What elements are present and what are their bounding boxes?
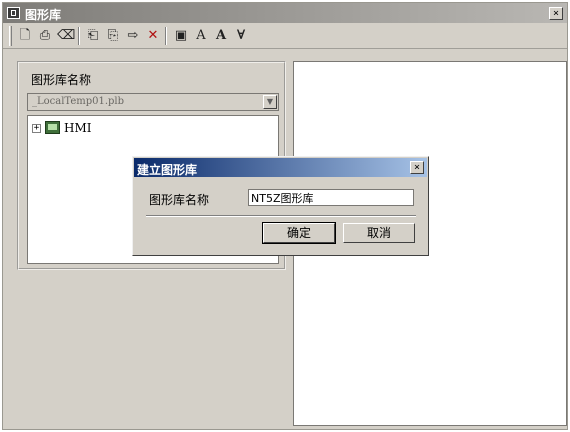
create-library-dialog: 建立图形库 × 图形库名称 确定 取消 bbox=[132, 156, 429, 256]
new-library-icon[interactable]: 🗋 bbox=[17, 27, 33, 44]
dialog-divider bbox=[146, 215, 416, 217]
move-right-icon[interactable]: ⇨ bbox=[125, 27, 141, 44]
dialog-close-button[interactable]: × bbox=[410, 161, 424, 174]
app-icon bbox=[7, 7, 20, 19]
toolbar-grip[interactable] bbox=[9, 26, 12, 46]
library-name-field-label: 图形库名称 bbox=[149, 193, 210, 207]
dialog-title: 建立图形库 bbox=[137, 163, 198, 177]
window-titlebar[interactable]: 图形库 × bbox=[3, 3, 567, 23]
library-name-input[interactable] bbox=[248, 189, 414, 206]
import-icon[interactable]: ⎗ bbox=[85, 27, 101, 44]
toolbar-separator bbox=[165, 27, 167, 45]
delete-icon[interactable]: ✕ bbox=[145, 27, 161, 44]
library-select-value: _LocalTemp01.plb bbox=[32, 96, 125, 107]
font-a-bold-icon[interactable]: A bbox=[213, 27, 229, 44]
library-name-label: 图形库名称 bbox=[31, 73, 92, 87]
window-close-button[interactable]: × bbox=[549, 7, 563, 20]
ok-button[interactable]: 确定 bbox=[262, 222, 336, 244]
toolbar-separator bbox=[78, 27, 80, 45]
chevron-down-icon[interactable]: ▼ bbox=[263, 95, 277, 109]
dialog-titlebar[interactable]: 建立图形库 × bbox=[134, 158, 427, 177]
tree-item-label: HMI bbox=[64, 121, 92, 135]
image-icon[interactable]: ▣ bbox=[173, 27, 189, 44]
open-library-icon[interactable]: ⎙ bbox=[37, 27, 53, 44]
font-a-icon[interactable]: A bbox=[193, 27, 209, 44]
export-icon[interactable]: ⎘ bbox=[105, 27, 121, 44]
library-select[interactable]: _LocalTemp01.plb ▼ bbox=[27, 93, 279, 111]
toolbar: 🗋 ⎙ ⌫ ⎗ ⎘ ⇨ ✕ ▣ A A ∀ bbox=[3, 23, 567, 49]
font-v-icon[interactable]: ∀ bbox=[233, 27, 249, 44]
cancel-button[interactable]: 取消 bbox=[343, 223, 415, 243]
window-title: 图形库 bbox=[25, 8, 62, 22]
folder-image-icon bbox=[45, 121, 60, 134]
expand-icon[interactable]: + bbox=[32, 124, 41, 133]
delete-library-icon[interactable]: ⌫ bbox=[57, 27, 75, 44]
